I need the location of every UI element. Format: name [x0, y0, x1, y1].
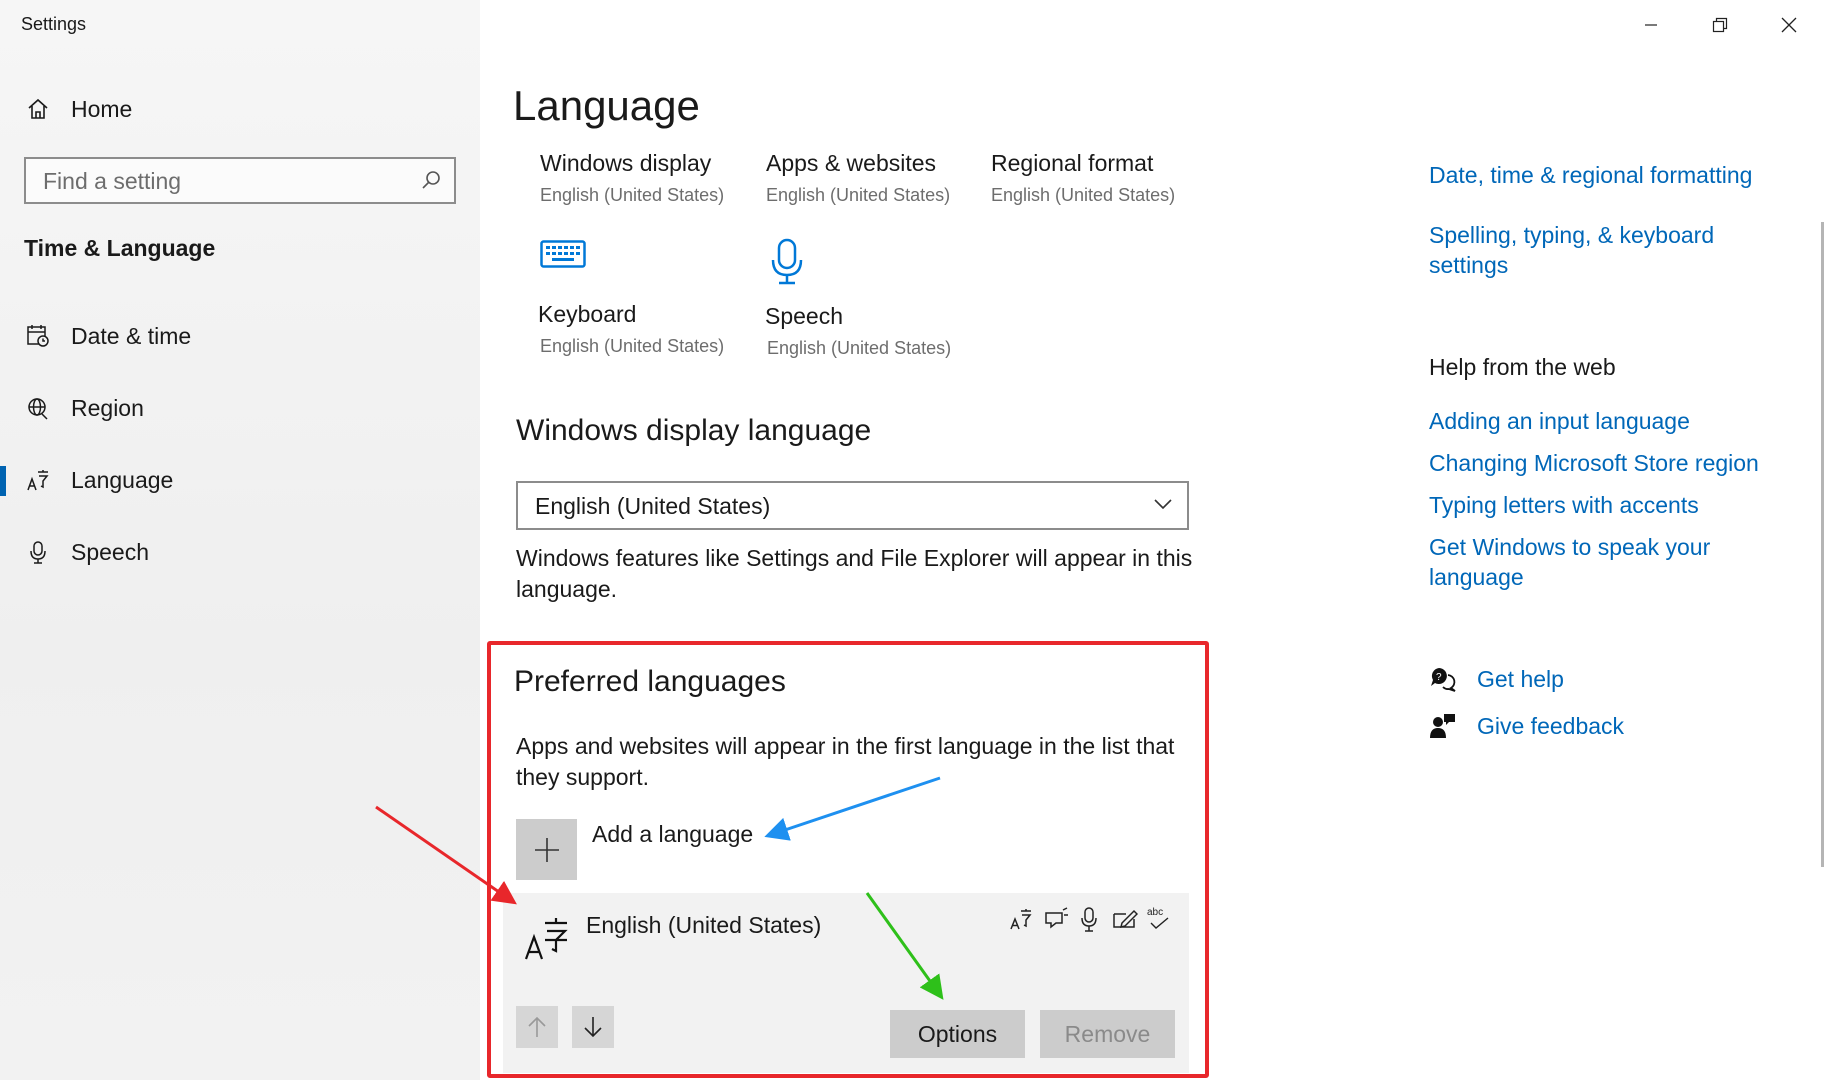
get-help-icon: ?	[1430, 666, 1456, 697]
get-help-link[interactable]: Get help	[1477, 664, 1564, 694]
link-date-time-regional[interactable]: Date, time & regional formatting	[1429, 160, 1809, 190]
green-arrow	[865, 892, 944, 1000]
red-arrow	[375, 805, 517, 905]
give-feedback-icon	[1430, 713, 1456, 744]
scrollbar[interactable]	[1821, 222, 1824, 867]
svg-text:?: ?	[1436, 672, 1442, 683]
link-changing-store-region[interactable]: Changing Microsoft Store region	[1429, 448, 1759, 478]
link-spelling-typing-keyboard[interactable]: Spelling, typing, & keyboard settings	[1429, 220, 1759, 280]
help-heading: Help from the web	[1429, 354, 1616, 380]
link-adding-input-language[interactable]: Adding an input language	[1429, 406, 1690, 436]
blue-arrow	[764, 776, 941, 841]
give-feedback-link[interactable]: Give feedback	[1477, 711, 1624, 741]
link-typing-accents[interactable]: Typing letters with accents	[1429, 490, 1699, 520]
link-windows-speak-language[interactable]: Get Windows to speak your language	[1429, 532, 1759, 592]
